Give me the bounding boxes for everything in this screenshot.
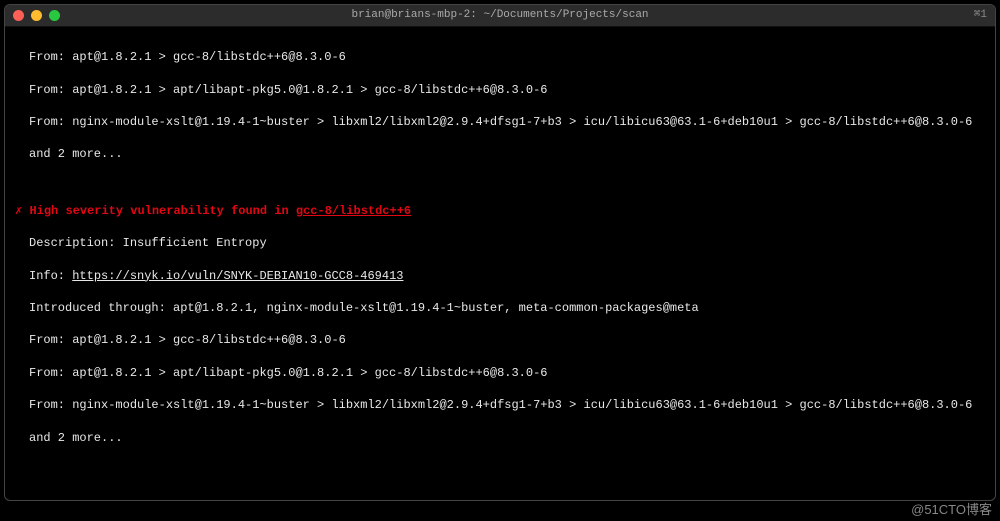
watermark: @51CTO博客 bbox=[911, 501, 992, 519]
output-line: and 2 more... bbox=[15, 430, 985, 446]
vuln-heading: ✗ High severity vulnerability found in g… bbox=[15, 203, 985, 219]
output-line: and 2 more... bbox=[15, 146, 985, 162]
terminal-content[interactable]: From: apt@1.8.2.1 > gcc-8/libstdc++6@8.3… bbox=[5, 27, 995, 501]
output-line: From: nginx-module-xslt@1.19.4-1~buster … bbox=[15, 397, 985, 413]
output-line: Info: https://snyk.io/vuln/SNYK-DEBIAN10… bbox=[15, 268, 985, 284]
output-line: Description: Insufficient Entropy bbox=[15, 235, 985, 251]
vuln-marker-icon: ✗ bbox=[15, 204, 22, 218]
output-line: From: apt@1.8.2.1 > apt/libapt-pkg5.0@1.… bbox=[15, 82, 985, 98]
maximize-icon[interactable] bbox=[49, 10, 60, 21]
window-title: brian@brians-mbp-2: ~/Documents/Projects… bbox=[5, 8, 995, 23]
vuln-info-link[interactable]: https://snyk.io/vuln/SNYK-DEBIAN10-GCC8-… bbox=[72, 269, 403, 283]
minimize-icon[interactable] bbox=[31, 10, 42, 21]
output-line: Introduced through: apt@1.8.2.1, nginx-m… bbox=[15, 300, 985, 316]
traffic-lights bbox=[13, 10, 60, 21]
close-icon[interactable] bbox=[13, 10, 24, 21]
output-line: From: apt@1.8.2.1 > gcc-8/libstdc++6@8.3… bbox=[15, 49, 985, 65]
vuln-package-link[interactable]: gcc-8/libstdc++6 bbox=[296, 204, 411, 218]
window-badge: ⌘1 bbox=[974, 8, 987, 23]
terminal-window: brian@brians-mbp-2: ~/Documents/Projects… bbox=[4, 4, 996, 501]
output-line: From: apt@1.8.2.1 > apt/libapt-pkg5.0@1.… bbox=[15, 365, 985, 381]
output-line: From: nginx-module-xslt@1.19.4-1~buster … bbox=[15, 114, 985, 130]
titlebar: brian@brians-mbp-2: ~/Documents/Projects… bbox=[5, 5, 995, 27]
output-line: From: apt@1.8.2.1 > gcc-8/libstdc++6@8.3… bbox=[15, 332, 985, 348]
